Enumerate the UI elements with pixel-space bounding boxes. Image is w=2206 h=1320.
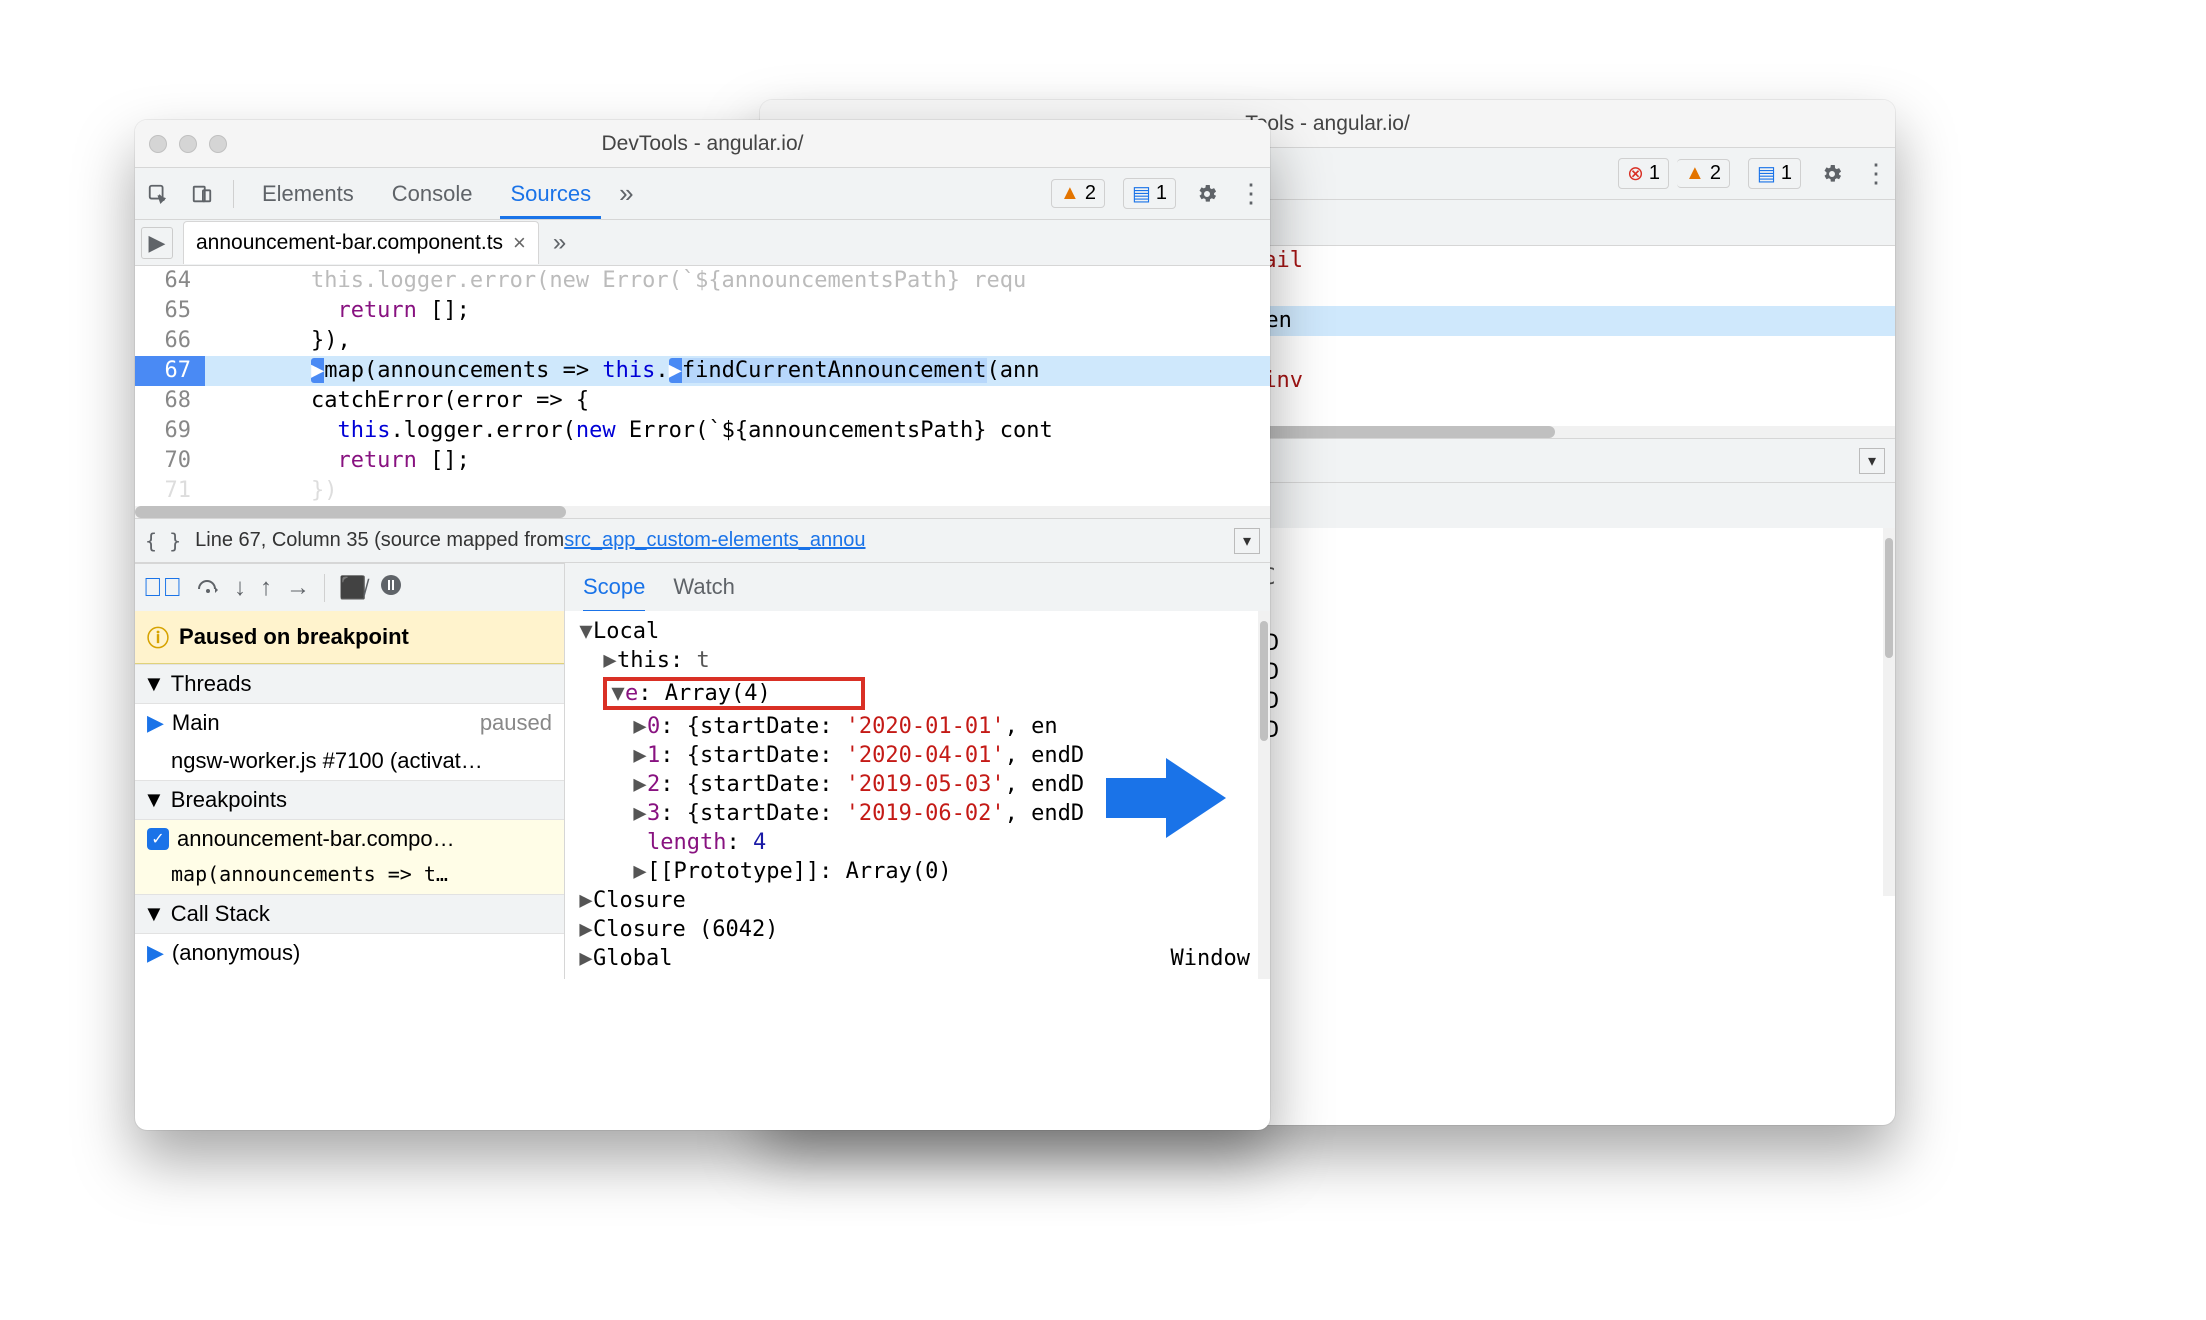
vertical-scrollbar[interactable] <box>1258 611 1270 979</box>
thread-main[interactable]: ▶Mainpaused <box>135 704 564 742</box>
debugger-controls: ▶⃓ ↓ ↑ → ⬛̸ <box>135 563 564 611</box>
cursor-position: Line 67, Column 35 (source mapped from <box>195 529 564 552</box>
error-badge[interactable]: ⊗1 <box>1618 158 1669 189</box>
deactivate-breakpoints-icon[interactable]: ⬛̸ <box>339 575 366 601</box>
sourcemap-link[interactable]: src_app_custom-elements_annou <box>564 529 865 552</box>
thread-worker[interactable]: ngsw-worker.js #7100 (activat… <box>135 742 564 780</box>
message-badge[interactable]: ▤1 <box>1748 158 1801 189</box>
file-tab-label: announcement-bar.component.ts <box>196 231 503 255</box>
tab-sources[interactable]: Sources <box>500 169 601 219</box>
titlebar: DevTools - angular.io/ <box>135 120 1270 168</box>
dropdown-icon[interactable]: ▾ <box>1859 448 1885 474</box>
navigator-toggle-icon[interactable]: ▶ <box>141 227 173 259</box>
dropdown-icon[interactable]: ▾ <box>1234 528 1260 554</box>
tab-console[interactable]: Console <box>382 169 483 219</box>
gear-icon[interactable] <box>1819 161 1845 187</box>
file-tabs: ▶ announcement-bar.component.ts × » <box>135 220 1270 266</box>
breakpoints-header[interactable]: ▼Breakpoints <box>135 780 564 820</box>
traffic-minimize[interactable] <box>179 135 197 153</box>
main-toolbar: Elements Console Sources » ▲2 ▤1 ⋮ <box>135 168 1270 220</box>
file-tab-component[interactable]: announcement-bar.component.ts × <box>183 221 539 264</box>
threads-header[interactable]: ▼Threads <box>135 664 564 704</box>
debugger-sidebar: ▶⃓ ↓ ↑ → ⬛̸ ⓘ Paused on breakpoint ▼Thre… <box>135 563 565 979</box>
breakpoint-item[interactable]: ✓ announcement-bar.compo… <box>135 820 564 858</box>
window-title: DevTools - angular.io/ <box>602 132 804 156</box>
callstack-frame[interactable]: ▶(anonymous) <box>135 934 564 972</box>
resume-icon[interactable]: ▶⃓ <box>143 572 182 603</box>
paused-message: ⓘ Paused on breakpoint <box>135 611 564 664</box>
step-out-icon[interactable]: ↑ <box>260 574 272 602</box>
highlight-e: ▼e: Array(4) <box>603 677 865 710</box>
kebab-icon[interactable]: ⋮ <box>1863 158 1889 189</box>
tab-elements[interactable]: Elements <box>252 169 364 219</box>
kebab-icon[interactable]: ⋮ <box>1238 178 1264 209</box>
inspect-icon[interactable] <box>145 181 171 207</box>
info-icon: ⓘ <box>147 621 169 653</box>
step-into-icon[interactable]: ↓ <box>234 574 246 602</box>
horizontal-scrollbar[interactable] <box>135 506 1270 518</box>
step-over-icon[interactable] <box>196 575 220 601</box>
debugger-tabs: Scope Watch <box>565 563 1270 611</box>
pause-exceptions-icon[interactable] <box>380 574 402 602</box>
separator <box>233 180 234 208</box>
traffic-zoom[interactable] <box>209 135 227 153</box>
warn-badge[interactable]: ▲2 <box>1051 179 1105 208</box>
status-bar: { } Line 67, Column 35 (source mapped fr… <box>135 518 1270 562</box>
source-editor[interactable]: 64 this.logger.error(new Error(`${announ… <box>135 266 1270 506</box>
tabs-overflow-icon[interactable]: » <box>619 178 633 209</box>
step-icon[interactable]: → <box>286 574 310 602</box>
callstack-header[interactable]: ▼Call Stack <box>135 894 564 934</box>
traffic-lights <box>149 135 227 153</box>
devtools-window-before: DevTools - angular.io/ Elements Console … <box>135 120 1270 1130</box>
breakpoint-snippet: map(announcements => t… <box>135 858 564 894</box>
pretty-print-icon[interactable]: { } <box>145 529 181 553</box>
close-icon[interactable]: × <box>513 230 526 256</box>
checkbox-checked-icon[interactable]: ✓ <box>147 828 169 850</box>
tab-watch[interactable]: Watch <box>673 574 735 600</box>
tab-scope[interactable]: Scope <box>583 574 645 613</box>
traffic-close[interactable] <box>149 135 167 153</box>
comparison-arrow-icon <box>1106 758 1226 838</box>
tabs-overflow-icon[interactable]: » <box>553 229 566 257</box>
debugger-panes: ▶⃓ ↓ ↑ → ⬛̸ ⓘ Paused on breakpoint ▼Thre… <box>135 562 1270 979</box>
warn-badge[interactable]: ▲2 <box>1677 159 1730 188</box>
device-icon[interactable] <box>189 181 215 207</box>
message-badge[interactable]: ▤1 <box>1123 178 1176 209</box>
vertical-scrollbar[interactable] <box>1883 528 1895 896</box>
gear-icon[interactable] <box>1194 181 1220 207</box>
